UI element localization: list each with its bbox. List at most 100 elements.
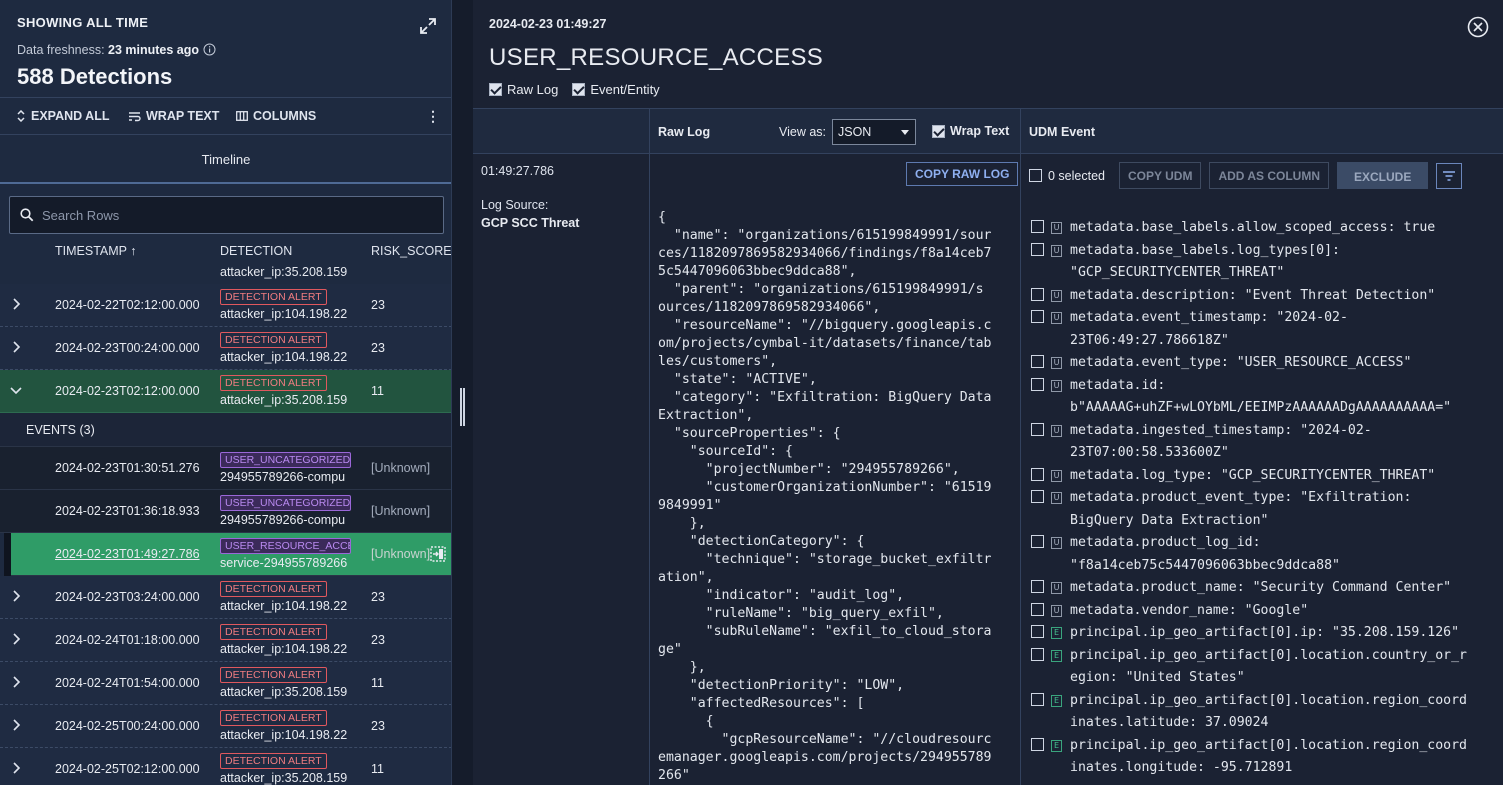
- tab-timeline[interactable]: Timeline: [0, 136, 451, 184]
- checkbox-unchecked-icon[interactable]: [1031, 467, 1044, 481]
- panel-resize-divider[interactable]: [452, 0, 473, 785]
- checkbox-unchecked-icon[interactable]: [1031, 377, 1044, 391]
- udm-tag-icon: U: [1051, 492, 1062, 504]
- event-entity-checkbox[interactable]: Event/Entity: [572, 82, 660, 97]
- checkbox-unchecked-icon[interactable]: [1031, 242, 1044, 256]
- table-row[interactable]: 2024-02-23T00:24:00.000 DETECTION ALERT …: [0, 327, 451, 370]
- table-row[interactable]: 2024-02-23T03:24:00.000 DETECTION ALERT …: [0, 576, 451, 619]
- checkbox-unchecked-icon[interactable]: [1031, 602, 1044, 616]
- udm-field-row[interactable]: Eprincipal.ip_geo_artifact[0].location.r…: [1029, 690, 1499, 735]
- column-header-risk-score[interactable]: RISK_SCORE (: [371, 244, 451, 258]
- raw-log-line: "gcpResourceName": "//cloudresourc: [658, 732, 992, 747]
- checkbox-checked-icon[interactable]: [572, 83, 586, 96]
- checkbox-unchecked-icon[interactable]: [1031, 422, 1044, 436]
- udm-field-row[interactable]: Umetadata.base_labels.log_types[0]: "GCP_…: [1029, 240, 1499, 285]
- checkbox-unchecked-icon[interactable]: [1031, 220, 1044, 233]
- close-icon[interactable]: [1467, 16, 1489, 38]
- checkbox-unchecked-icon[interactable]: [1031, 692, 1044, 706]
- udm-field-row[interactable]: Umetadata.vendor_name: "Google": [1029, 600, 1499, 623]
- column-divider: [1020, 108, 1021, 785]
- column-header-detection[interactable]: DETECTION: [220, 244, 292, 258]
- resize-grip-icon[interactable]: [460, 388, 465, 426]
- checkbox-unchecked-icon[interactable]: [1031, 625, 1044, 638]
- udm-field-row[interactable]: Umetadata.description: "Event Threat Det…: [1029, 285, 1499, 308]
- chevron-right-icon[interactable]: [10, 718, 24, 732]
- checkbox-unchecked-icon[interactable]: [1031, 490, 1044, 503]
- expand-all-button[interactable]: EXPAND ALL: [16, 109, 109, 123]
- checkbox-unchecked-icon[interactable]: [1031, 355, 1044, 368]
- checkbox-unchecked-icon[interactable]: [1031, 310, 1044, 323]
- copy-raw-log-button[interactable]: COPY RAW LOG: [906, 162, 1019, 186]
- udm-field-row[interactable]: Umetadata.product_event_type: "Exfiltrat…: [1029, 487, 1499, 532]
- checkbox-checked-icon[interactable]: [489, 83, 502, 96]
- table-row[interactable]: 2024-02-24T01:54:00.000 DETECTION ALERT …: [0, 662, 451, 705]
- table-row[interactable]: 2024-02-25T02:12:00.000 DETECTION ALERT …: [0, 748, 451, 785]
- udm-field-text: metadata.product_event_type: "Exfiltrati…: [1070, 490, 1412, 505]
- event-type-title: USER_RESOURCE_ACCESS: [489, 44, 824, 71]
- wrap-text-button[interactable]: WRAP TEXT: [128, 109, 219, 123]
- exclude-button[interactable]: EXCLUDE: [1337, 162, 1429, 189]
- raw-log-checkbox[interactable]: Raw Log: [489, 82, 558, 97]
- udm-toolbar: 0 selected COPY UDM ADD AS COLUMN EXCLUD…: [1029, 162, 1463, 189]
- event-row-selected[interactable]: 2024-02-23T01:49:27.786 USER_RESOURCE_AC…: [11, 533, 451, 576]
- add-as-column-button[interactable]: ADD AS COLUMN: [1209, 162, 1329, 189]
- chevron-right-icon[interactable]: [10, 761, 24, 775]
- table-row-expanded[interactable]: 2024-02-23T02:12:00.000 DETECTION ALERT …: [0, 370, 451, 413]
- checkbox-unchecked-icon[interactable]: [1031, 535, 1044, 548]
- search-rows-input[interactable]: [42, 207, 422, 223]
- raw-log-line: },: [658, 660, 706, 675]
- checkbox-checked-icon[interactable]: [932, 124, 945, 138]
- chevron-right-icon[interactable]: [10, 340, 24, 354]
- udm-field-row[interactable]: Umetadata.event_timestamp: "2024-02- 23T0…: [1029, 307, 1499, 352]
- events-header[interactable]: EVENTS (3): [0, 413, 451, 447]
- row-risk-score: 23: [371, 341, 385, 355]
- udm-field-row[interactable]: Umetadata.id: b"AAAAAG+uhZF+wLOYbML/EEIMP…: [1029, 375, 1499, 420]
- event-time: 01:49:27.786: [481, 164, 554, 178]
- event-type-badge: USER_UNCATEGORIZED: [220, 495, 351, 511]
- chevron-right-icon[interactable]: [10, 675, 24, 689]
- copy-udm-button[interactable]: COPY UDM: [1118, 162, 1202, 189]
- more-options-icon[interactable]: ⋮: [426, 108, 440, 125]
- udm-field-row[interactable]: Umetadata.event_type: "USER_RESOURCE_ACC…: [1029, 352, 1499, 375]
- udm-field-text: metadata.ingested_timestamp: "2024-02-: [1070, 422, 1372, 438]
- open-in-panel-icon[interactable]: [430, 546, 446, 562]
- chevron-right-icon[interactable]: [10, 297, 24, 311]
- filter-icon[interactable]: [1436, 162, 1463, 189]
- chevron-down-icon[interactable]: [10, 383, 24, 397]
- expand-icon[interactable]: [419, 17, 437, 35]
- row-event-detail: 294955789266-compu: [220, 470, 346, 484]
- search-rows-field[interactable]: [9, 196, 444, 234]
- table-row[interactable]: 2024-02-22T02:12:00.000 DETECTION ALERT …: [0, 284, 451, 327]
- event-row[interactable]: 2024-02-23T01:36:18.933 USER_UNCATEGORIZ…: [0, 490, 451, 533]
- column-header-timestamp[interactable]: TIMESTAMP ↑: [55, 244, 137, 258]
- row-detection-detail: attacker_ip:35.208.159: [220, 771, 348, 785]
- detections-table: 2024-02-22T02:12:00.000 DETECTION ALERT …: [0, 284, 451, 785]
- checkbox-unchecked-icon[interactable]: [1029, 169, 1042, 182]
- checkbox-unchecked-icon[interactable]: [1031, 737, 1044, 751]
- udm-field-row[interactable]: Eprincipal.ip_geo_artifact[0].location.c…: [1029, 645, 1499, 690]
- table-row[interactable]: 2024-02-25T00:24:00.000 DETECTION ALERT …: [0, 705, 451, 748]
- info-icon[interactable]: [203, 43, 216, 56]
- udm-field-row[interactable]: Eprincipal.ip_geo_artifact[0].location.r…: [1029, 735, 1499, 780]
- checkbox-unchecked-icon[interactable]: [1031, 647, 1044, 661]
- table-row[interactable]: 2024-02-24T01:18:00.000 DETECTION ALERT …: [0, 619, 451, 662]
- view-as-select[interactable]: JSON: [832, 119, 916, 145]
- udm-field-row[interactable]: Umetadata.base_labels.allow_scoped_acces…: [1029, 217, 1499, 240]
- udm-field-text: principal.ip_geo_artifact[0].location.re…: [1070, 692, 1467, 708]
- udm-field-row[interactable]: Umetadata.ingested_timestamp: "2024-02- 2…: [1029, 420, 1499, 465]
- row-timestamp[interactable]: 2024-02-23T01:49:27.786: [55, 547, 200, 561]
- udm-field-row[interactable]: Umetadata.product_name: "Security Comman…: [1029, 577, 1499, 600]
- udm-field-text: inates.latitude: 37.09024: [1070, 715, 1269, 730]
- chevron-right-icon[interactable]: [10, 589, 24, 603]
- udm-field-row[interactable]: Eprincipal.ip_geo_artifact[0].ip: "35.20…: [1029, 622, 1499, 645]
- chevron-right-icon[interactable]: [10, 632, 24, 646]
- select-all-udm[interactable]: 0 selected: [1029, 169, 1105, 183]
- event-row[interactable]: 2024-02-23T01:30:51.276 USER_UNCATEGORIZ…: [0, 447, 451, 490]
- checkbox-unchecked-icon[interactable]: [1031, 580, 1044, 593]
- udm-tag-icon: U: [1051, 469, 1062, 482]
- columns-button[interactable]: COLUMNS: [236, 109, 316, 123]
- wrap-text-checkbox[interactable]: Wrap Text: [932, 124, 1009, 138]
- udm-field-row[interactable]: Umetadata.product_log_id: "f8a14ceb75c544…: [1029, 532, 1499, 577]
- checkbox-unchecked-icon[interactable]: [1031, 287, 1044, 301]
- udm-field-row[interactable]: Umetadata.log_type: "GCP_SECURITYCENTER_…: [1029, 465, 1499, 488]
